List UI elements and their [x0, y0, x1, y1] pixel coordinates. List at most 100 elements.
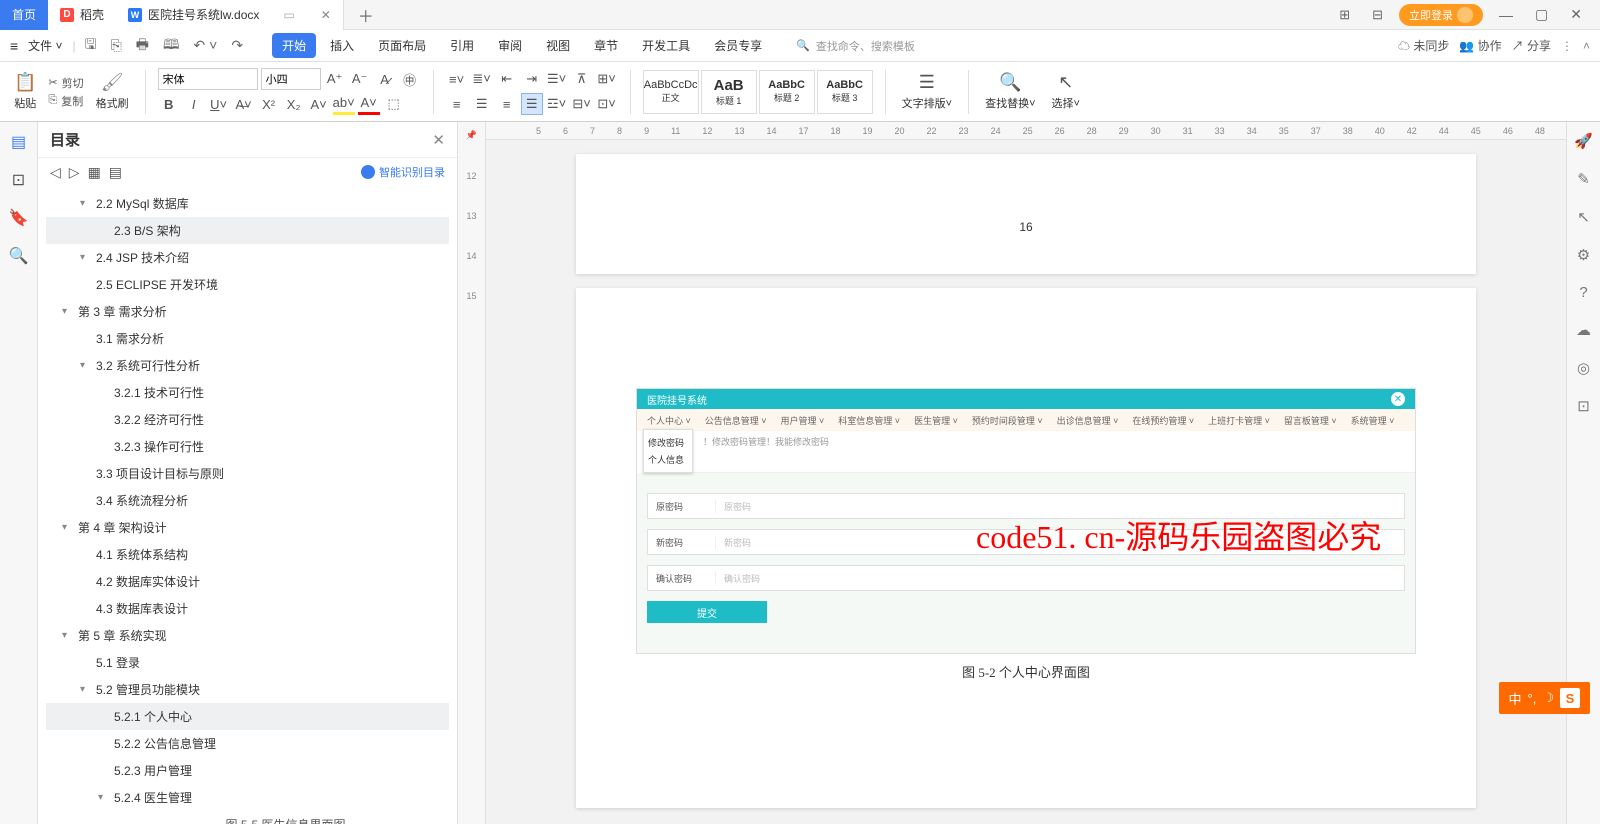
maximize-icon[interactable]: ▢ [1529, 4, 1554, 25]
save-icon[interactable]: 🖫 [80, 32, 102, 60]
increase-font-icon[interactable]: A⁺ [324, 68, 346, 90]
toc-item[interactable]: 2.3 B/S 架构 [46, 217, 449, 244]
toc-nav-right-icon[interactable]: ▷ [69, 164, 80, 181]
italic-button[interactable]: I [183, 93, 205, 115]
layout-icon[interactable]: ⊞ [1333, 5, 1356, 25]
font-select[interactable] [158, 68, 258, 90]
style-normal[interactable]: AaBbCcDc正文 [643, 70, 699, 114]
toc-item[interactable]: 3.1 需求分析 [46, 325, 449, 352]
toc-item[interactable]: ▾2.2 MySql 数据库 [46, 190, 449, 217]
collapse-ribbon-icon[interactable]: ˄ [1583, 39, 1590, 53]
phonetic-icon[interactable]: ㊥ [399, 68, 421, 90]
saveas-icon[interactable]: ⎘ [106, 35, 127, 56]
subscript-button[interactable]: X₂ [283, 93, 305, 115]
rtab-reference[interactable]: 引用 [440, 33, 484, 58]
toc-item[interactable]: 2.5 ECLIPSE 开发环境 [46, 271, 449, 298]
toc-item[interactable]: 5.2.2 公告信息管理 [46, 730, 449, 757]
hamburger-icon[interactable]: ≡ [10, 38, 18, 54]
rtab-start[interactable]: 开始 [272, 33, 316, 58]
tab-menu-icon[interactable]: ▭ [283, 8, 294, 22]
bookmark-icon[interactable]: 🔖 [9, 208, 29, 228]
toc-icon[interactable]: ▤ [11, 132, 26, 152]
align-right-button[interactable]: ≡ [496, 93, 518, 115]
bold-button[interactable]: B [158, 93, 180, 115]
spacing-button[interactable]: ⊟˅ [571, 93, 593, 115]
sort-button[interactable]: ⊼ [571, 68, 593, 90]
toc-item[interactable]: 4.3 数据库表设计 [46, 595, 449, 622]
style-gallery[interactable]: AaBbCcDc正文 AaB标题 1 AaBbC标题 2 AaBbC标题 3 [643, 70, 873, 114]
tab-document[interactable]: W 医院挂号系统lw.docx ▭ ✕ [116, 0, 344, 30]
cloud-icon[interactable]: ☁ [1576, 321, 1591, 339]
settings-slider-icon[interactable]: ⚙ [1577, 246, 1590, 264]
indent-dec-button[interactable]: ⇤ [496, 68, 518, 90]
toc-item[interactable]: ▾第 5 章 系统实现 [46, 622, 449, 649]
vruler-pin-icon[interactable]: 📌 [466, 130, 477, 141]
toc-item[interactable]: 3.2.1 技术可行性 [46, 379, 449, 406]
ime-indicator[interactable]: 中°,☽ S [1499, 682, 1590, 714]
rtab-insert[interactable]: 插入 [320, 33, 364, 58]
toc-item[interactable]: 4.1 系统体系结构 [46, 541, 449, 568]
superscript-button[interactable]: X² [258, 93, 280, 115]
border-button[interactable]: ⊞˅ [596, 68, 618, 90]
toc-expand-icon[interactable]: ▦ [88, 164, 101, 181]
new-tab-button[interactable]: ＋ [344, 0, 388, 30]
pointer-icon[interactable]: ↖ [1577, 208, 1590, 226]
tab-doke[interactable]: D稻壳 [48, 0, 116, 30]
help-icon[interactable]: ? [1579, 284, 1587, 301]
login-button[interactable]: 立即登录 [1399, 4, 1483, 26]
linespace-button[interactable]: ☰˅ [546, 68, 568, 90]
paste-group[interactable]: 📋粘贴 [10, 72, 40, 111]
close-toc-icon[interactable]: ✕ [432, 131, 445, 149]
toc-item[interactable]: ▾第 4 章 架构设计 [46, 514, 449, 541]
clear-format-icon[interactable]: A̷ [374, 68, 396, 90]
size-select[interactable] [261, 68, 321, 90]
text-effect-button[interactable]: A˅ [308, 93, 330, 115]
indent-inc-button[interactable]: ⇥ [521, 68, 543, 90]
toc-item[interactable]: 3.3 项目设计目标与原则 [46, 460, 449, 487]
search-panel-icon[interactable]: 🔍 [9, 246, 29, 266]
rtab-dev[interactable]: 开发工具 [632, 33, 700, 58]
rtab-review[interactable]: 审阅 [488, 33, 532, 58]
toc-item[interactable]: ▾5.2 管理员功能模块 [46, 676, 449, 703]
align-center-button[interactable]: ☰ [471, 93, 493, 115]
toc-item[interactable]: 5.2.3 用户管理 [46, 757, 449, 784]
style-h2[interactable]: AaBbC标题 2 [759, 70, 815, 114]
toc-item[interactable]: ▾第 3 章 需求分析 [46, 298, 449, 325]
strike-button[interactable]: A̶˅ [233, 93, 255, 115]
rocket-icon[interactable]: 🚀 [1574, 132, 1593, 150]
select-group[interactable]: ↖选择˅ [1048, 72, 1084, 111]
toc-item[interactable]: 4.2 数据库实体设计 [46, 568, 449, 595]
pen-icon[interactable]: ✎ [1577, 170, 1590, 188]
toc-item[interactable]: ▾2.4 JSP 技术介绍 [46, 244, 449, 271]
rtab-view[interactable]: 视图 [536, 33, 580, 58]
device-icon[interactable]: ⊡ [1577, 397, 1590, 415]
copy-button[interactable]: ⎘复制 [48, 93, 83, 109]
redo-icon[interactable]: ↷ [226, 35, 248, 56]
style-h1[interactable]: AaB标题 1 [701, 70, 757, 114]
document-area[interactable]: 5678911121314171819202223242526282930313… [486, 122, 1566, 824]
toc-item[interactable]: 3.2.2 经济可行性 [46, 406, 449, 433]
toc-item[interactable]: 5.2.1 个人中心 [46, 703, 449, 730]
font-color-button[interactable]: A˅ [358, 93, 380, 115]
rtab-vip[interactable]: 会员专享 [704, 33, 772, 58]
find-replace[interactable]: 🔍查找替换˅ [981, 72, 1039, 111]
distribute-button[interactable]: ☲˅ [546, 93, 568, 115]
print-icon[interactable]: 🖶 [131, 32, 154, 60]
toc-item[interactable]: ▾5.2.4 医生管理 [46, 784, 449, 811]
format-brush[interactable]: 🖌格式刷 [92, 72, 133, 111]
toc-item[interactable]: 5.1 登录 [46, 649, 449, 676]
highlight-button[interactable]: ab˅ [333, 93, 355, 115]
undo-icon[interactable]: ↶ ˅ [189, 35, 223, 56]
align-left-button[interactable]: ≡ [446, 93, 468, 115]
numbering-button[interactable]: ≣˅ [471, 68, 493, 90]
coop-button[interactable]: 👥 协作 [1459, 37, 1501, 54]
tab-home[interactable]: 首页 [0, 0, 48, 30]
share-button[interactable]: ↗ 分享 [1512, 37, 1551, 54]
close-window-icon[interactable]: ✕ [1564, 4, 1588, 25]
text-layout[interactable]: ☰文字排版˅ [898, 72, 956, 111]
smart-toc-button[interactable]: 智能识别目录 [361, 164, 445, 180]
apps-icon[interactable]: ⊟ [1366, 5, 1389, 25]
toc-item[interactable]: 3.2.3 操作可行性 [46, 433, 449, 460]
minimize-icon[interactable]: — [1493, 5, 1519, 25]
target-icon[interactable]: ◎ [1577, 359, 1590, 377]
